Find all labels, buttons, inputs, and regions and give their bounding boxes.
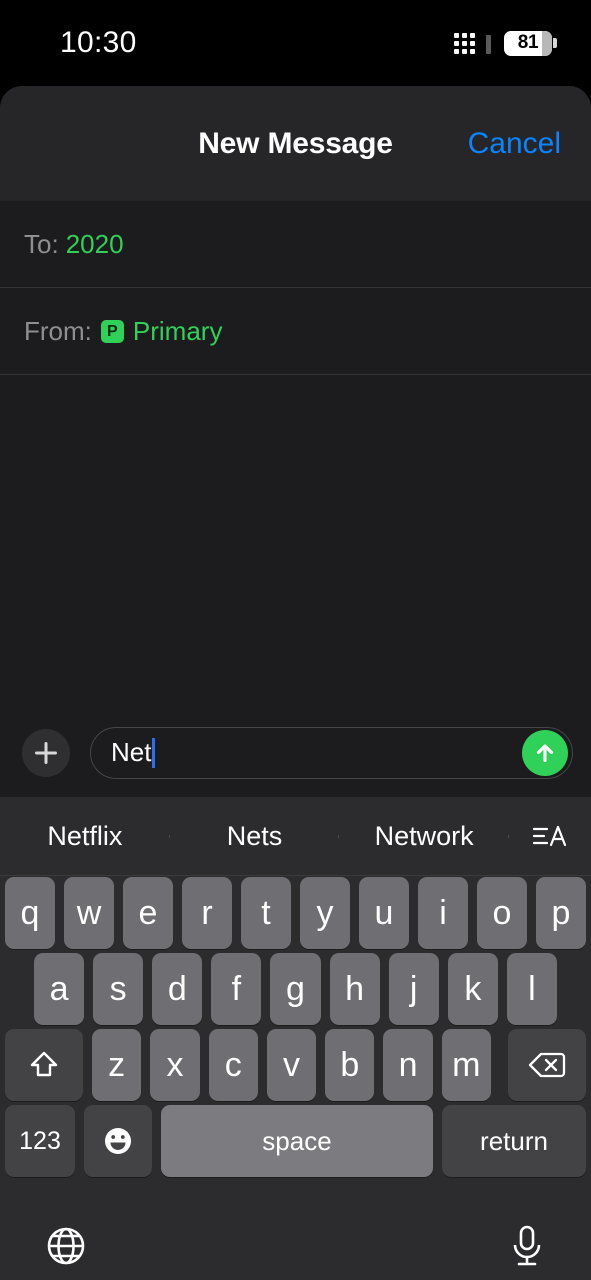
- key-l[interactable]: l: [506, 953, 557, 1025]
- key-j[interactable]: j: [388, 953, 439, 1025]
- on-screen-keyboard: Netflix Nets Network q w e r t y u i o p…: [0, 797, 591, 1280]
- arrow-up-icon: [536, 743, 554, 762]
- plus-icon[interactable]: [22, 728, 70, 777]
- key-n[interactable]: n: [383, 1029, 433, 1101]
- key-e[interactable]: e: [123, 877, 173, 949]
- primary-sim-badge-letter: P: [107, 322, 118, 340]
- globe-icon[interactable]: [42, 1222, 90, 1275]
- new-message-sheet: New Message Cancel To: 2020 From: P Prim…: [0, 86, 591, 1280]
- text-format-glyph: [532, 825, 567, 847]
- key-w[interactable]: w: [64, 877, 114, 949]
- predictive-text-bar: Netflix Nets Network: [0, 797, 591, 875]
- text-format-icon[interactable]: [509, 821, 591, 851]
- microphone-glyph: [513, 1225, 541, 1265]
- conversation-area: [0, 375, 591, 708]
- key-c[interactable]: c: [208, 1029, 258, 1101]
- key-r[interactable]: r: [182, 877, 232, 949]
- navigation-bar: New Message Cancel: [0, 86, 591, 201]
- key-a[interactable]: a: [34, 953, 85, 1025]
- keyboard-row-1: q w e r t y u i o p: [0, 875, 591, 951]
- key-y[interactable]: y: [300, 877, 350, 949]
- key-k[interactable]: k: [447, 953, 498, 1025]
- from-field-label: From:: [24, 316, 92, 346]
- shift-glyph: [30, 1051, 58, 1077]
- page-title: New Message: [198, 126, 393, 160]
- microphone-icon[interactable]: [505, 1222, 549, 1275]
- from-field-value[interactable]: Primary: [133, 316, 223, 347]
- keyboard-row-4: 123 space return: [0, 1103, 591, 1179]
- cellular-signal-icon: [454, 32, 491, 54]
- key-d[interactable]: d: [152, 953, 203, 1025]
- key-u[interactable]: u: [359, 877, 409, 949]
- text-caret: [152, 737, 156, 768]
- send-button[interactable]: [522, 729, 568, 776]
- from-field-row[interactable]: From: P Primary: [0, 288, 591, 375]
- to-field-value[interactable]: 2020: [66, 229, 124, 260]
- key-b[interactable]: b: [325, 1029, 375, 1101]
- status-bar-clock: 10:30: [60, 26, 137, 59]
- prediction-network[interactable]: Network: [339, 821, 509, 852]
- keyboard-row-2: a s d f g h j k l: [0, 951, 591, 1027]
- status-bar: 10:30 81: [0, 0, 591, 86]
- numeric-keyboard-button[interactable]: 123: [5, 1105, 75, 1177]
- key-x[interactable]: x: [150, 1029, 200, 1101]
- key-q[interactable]: q: [5, 877, 55, 949]
- backspace-icon[interactable]: [507, 1029, 586, 1101]
- prediction-nets[interactable]: Nets: [170, 821, 340, 852]
- message-text-input[interactable]: Net: [90, 726, 573, 779]
- globe-glyph: [47, 1227, 85, 1264]
- message-text-value: Net: [111, 737, 152, 767]
- key-i[interactable]: i: [418, 877, 468, 949]
- key-p[interactable]: p: [536, 877, 586, 949]
- primary-sim-badge-icon: P: [100, 320, 124, 343]
- key-o[interactable]: o: [477, 877, 527, 949]
- battery-icon: 81: [504, 30, 557, 56]
- key-m[interactable]: m: [441, 1029, 491, 1101]
- return-key[interactable]: return: [442, 1105, 586, 1177]
- emoji-glyph: [105, 1128, 131, 1154]
- space-key[interactable]: space: [161, 1105, 433, 1177]
- key-z[interactable]: z: [92, 1029, 142, 1101]
- key-s[interactable]: s: [93, 953, 144, 1025]
- to-field-label: To:: [24, 229, 59, 259]
- keyboard-row-3: z x c v b n m: [0, 1027, 591, 1103]
- status-bar-indicators: 81: [454, 30, 557, 56]
- keyboard-bottom-bar: [0, 1211, 591, 1280]
- key-h[interactable]: h: [329, 953, 380, 1025]
- message-input-bar: Net: [0, 708, 591, 797]
- prediction-netflix[interactable]: Netflix: [0, 821, 170, 852]
- shift-icon[interactable]: [5, 1029, 84, 1101]
- key-v[interactable]: v: [266, 1029, 317, 1101]
- key-t[interactable]: t: [241, 877, 291, 949]
- plus-glyph: [35, 741, 57, 764]
- key-f[interactable]: f: [211, 953, 262, 1025]
- cancel-button[interactable]: Cancel: [468, 127, 561, 161]
- phone-screen: 10:30 81 New Message Cancel To: 2020 Fro…: [0, 0, 591, 1280]
- key-g[interactable]: g: [270, 953, 321, 1025]
- battery-level-label: 81: [517, 32, 539, 53]
- backspace-glyph: [528, 1052, 566, 1078]
- to-field-row[interactable]: To: 2020: [0, 201, 591, 288]
- emoji-icon[interactable]: [84, 1105, 152, 1177]
